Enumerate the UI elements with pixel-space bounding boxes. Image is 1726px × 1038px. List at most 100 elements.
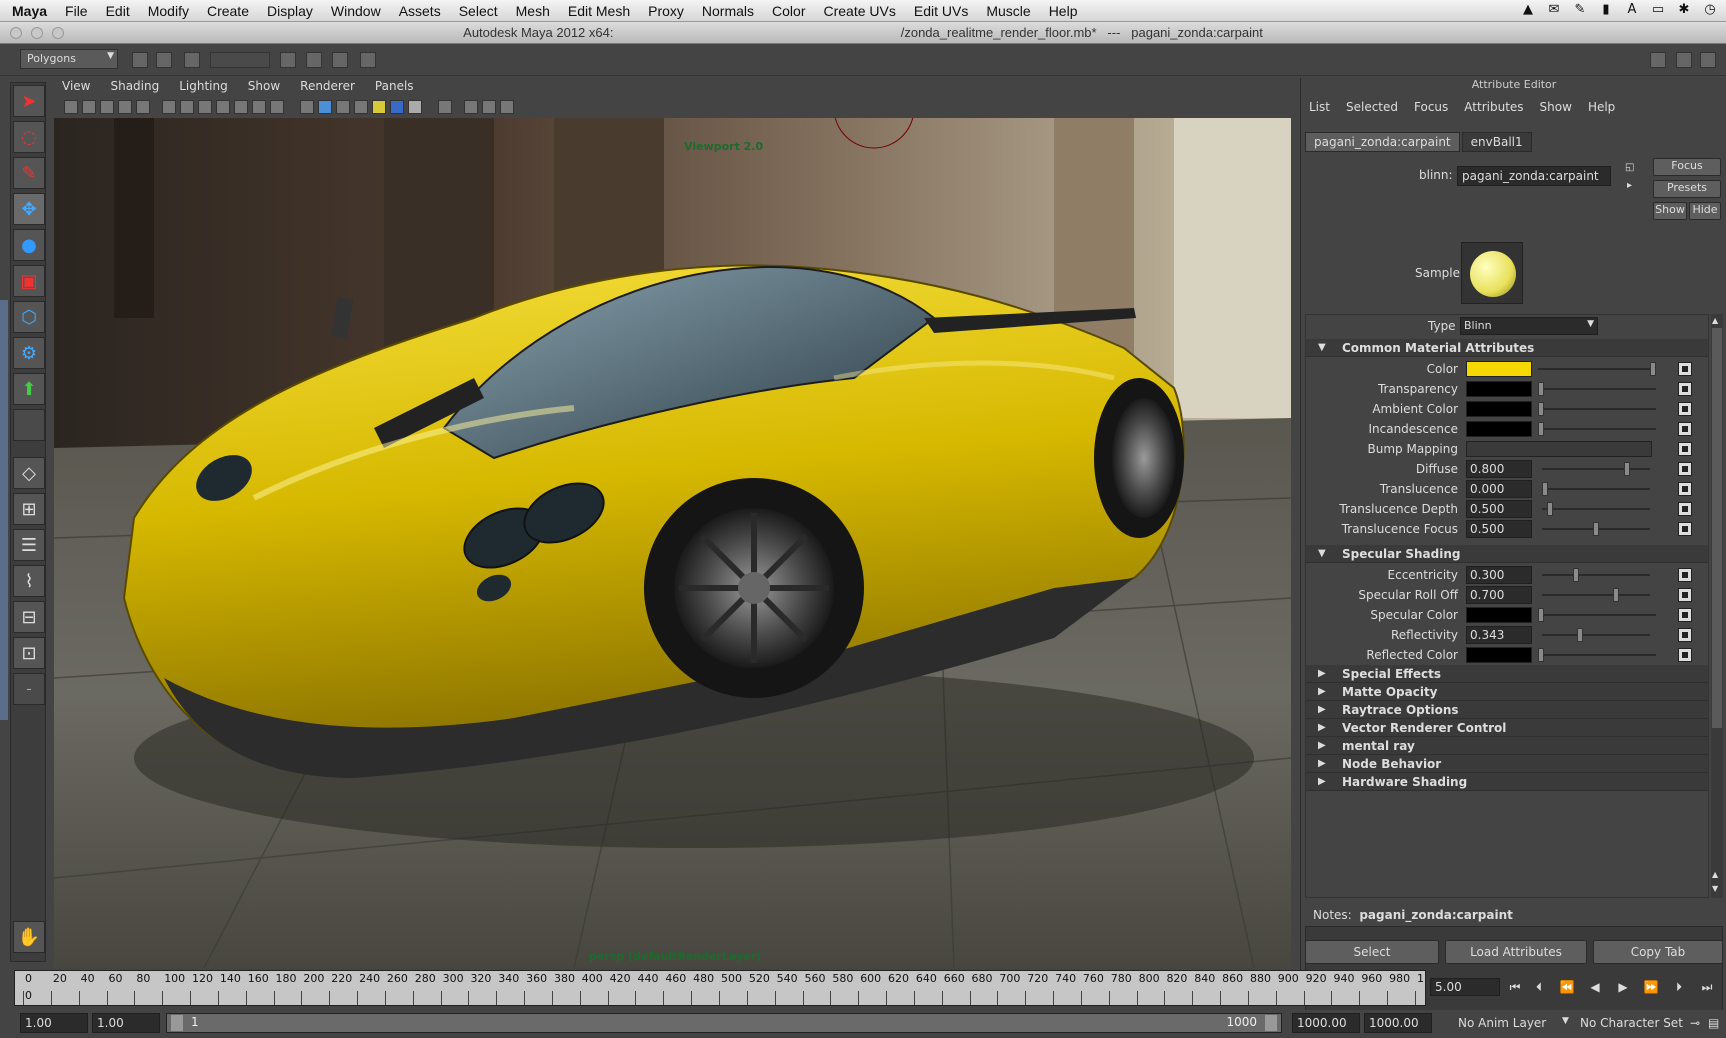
panel-menu-lighting[interactable]: Lighting [169, 78, 238, 98]
attr-value-field[interactable]: 0.343 [1466, 626, 1532, 644]
xray-icon[interactable] [464, 100, 478, 114]
ipr-render-icon[interactable] [306, 52, 322, 68]
render-settings-icon[interactable] [332, 52, 348, 68]
graph-editor-layout-icon[interactable]: ⌇ [13, 565, 45, 597]
bump-mapping-slot[interactable] [1466, 441, 1652, 457]
attribute-scroll-area[interactable]: Type Blinn ▼ ▼ Common Material Attribute… [1305, 314, 1709, 898]
attr-slider[interactable] [1542, 508, 1650, 510]
attr-value-field[interactable]: 0.700 [1466, 586, 1532, 604]
attr-value-field[interactable]: 0.300 [1466, 566, 1532, 584]
map-texture-icon[interactable] [1678, 648, 1692, 662]
field-chart-icon[interactable] [234, 100, 248, 114]
menu-edit-mesh[interactable]: Edit Mesh [559, 3, 639, 19]
attr-slider[interactable] [1538, 428, 1656, 430]
slider-handle[interactable] [1538, 422, 1544, 436]
step-forward-frame-icon[interactable]: ⏵ [1670, 980, 1688, 996]
gate-mask-icon[interactable] [216, 100, 230, 114]
step-back-key-icon[interactable]: ⏪ [1558, 980, 1576, 996]
scroll-up-icon[interactable]: ▲ [1712, 870, 1722, 880]
menu-mesh[interactable]: Mesh [507, 3, 559, 19]
ae-menu-attributes[interactable]: Attributes [1456, 100, 1531, 120]
section-collapsed[interactable]: ▶ Raytrace Options [1306, 701, 1708, 719]
menu-file[interactable]: File [56, 3, 97, 19]
map-texture-icon[interactable] [1678, 522, 1692, 536]
help-line-icon[interactable]: ✋ [13, 921, 45, 953]
wireframe-icon[interactable] [300, 100, 314, 114]
slider-handle[interactable] [1576, 628, 1583, 642]
section-collapsed[interactable]: ▶ Hardware Shading [1306, 773, 1708, 791]
menu-window[interactable]: Window [322, 3, 390, 19]
new-scene-icon[interactable] [132, 52, 148, 68]
color-swatch[interactable] [1466, 401, 1532, 417]
notification-icon[interactable]: ✉ [1546, 2, 1562, 18]
ae-menu-show[interactable]: Show [1532, 100, 1580, 120]
load-attributes-button[interactable]: Load Attributes [1445, 940, 1587, 964]
ae-menu-help[interactable]: Help [1580, 100, 1623, 120]
map-texture-icon[interactable] [1678, 502, 1692, 516]
camera-icon[interactable] [64, 100, 78, 114]
section-specular-shading[interactable]: ▼ Specular Shading [1306, 545, 1708, 563]
show-channel-box-icon[interactable] [1700, 52, 1716, 68]
resolution-gate-icon[interactable] [198, 100, 212, 114]
slider-handle[interactable] [1623, 462, 1630, 476]
film-gate-icon[interactable] [180, 100, 194, 114]
map-texture-icon[interactable] [1678, 608, 1692, 622]
slider-handle[interactable] [1650, 362, 1656, 376]
paint-select-tool-icon[interactable]: ✎ [13, 157, 45, 189]
slider-handle[interactable] [1547, 502, 1554, 516]
panel-menu-renderer[interactable]: Renderer [290, 78, 365, 98]
attr-slider[interactable] [1542, 634, 1650, 636]
presets-button[interactable]: Presets [1653, 180, 1721, 198]
isolate-select-icon[interactable] [438, 100, 452, 114]
map-texture-icon[interactable] [1678, 628, 1692, 642]
attr-value-field[interactable]: 0.500 [1466, 500, 1532, 518]
menu-create[interactable]: Create [198, 3, 258, 19]
open-scene-icon[interactable] [156, 52, 172, 68]
scroll-down-icon[interactable]: ▼ [1712, 884, 1722, 894]
menu-modify[interactable]: Modify [139, 3, 198, 19]
attr-slider[interactable] [1538, 654, 1656, 656]
section-collapsed[interactable]: ▶ Node Behavior [1306, 755, 1708, 773]
menu-muscle[interactable]: Muscle [977, 3, 1039, 19]
scale-tool-icon[interactable]: ▣ [13, 265, 45, 297]
anim-layer-dropdown[interactable]: No Anim Layer [1458, 1016, 1546, 1030]
xray-components-icon[interactable] [500, 100, 514, 114]
hide-button[interactable]: Hide [1689, 202, 1721, 220]
lasso-tool-icon[interactable]: ◌ [13, 121, 45, 153]
end-time-field[interactable]: 1000.00 [1364, 1013, 1432, 1033]
textured-icon[interactable] [354, 100, 368, 114]
last-tool-icon[interactable]: ⬆ [13, 373, 45, 405]
range-end-handle[interactable] [1265, 1015, 1277, 1031]
map-texture-icon[interactable] [1678, 362, 1692, 376]
four-view-layout-icon[interactable]: ⊞ [13, 493, 45, 525]
map-texture-icon[interactable] [1678, 442, 1692, 456]
slider-handle[interactable] [1538, 402, 1544, 416]
map-texture-icon[interactable] [1678, 462, 1692, 476]
menu-assets[interactable]: Assets [390, 3, 450, 19]
color-swatch[interactable] [1466, 421, 1532, 437]
grid-icon[interactable] [162, 100, 176, 114]
keyboard-icon[interactable]: A [1624, 2, 1640, 18]
tools-icon[interactable]: ✎ [1572, 2, 1588, 18]
playback-start-field[interactable]: 1.00 [92, 1013, 160, 1033]
section-collapsed[interactable]: ▶ Special Effects [1306, 665, 1708, 683]
use-all-lights-icon[interactable] [372, 100, 386, 114]
menu-set-dropdown[interactable]: Polygons ▼ [20, 49, 118, 69]
two-d-pan-icon[interactable] [136, 100, 150, 114]
type-dropdown[interactable]: Blinn ▼ [1460, 317, 1598, 335]
slider-handle[interactable] [1542, 482, 1548, 496]
character-set-dropdown[interactable]: No Character Set [1580, 1016, 1683, 1030]
step-forward-key-icon[interactable]: ⏩ [1642, 980, 1660, 996]
select-button[interactable]: Select [1305, 940, 1439, 964]
single-perspective-layout-icon[interactable]: ◇ [13, 457, 45, 489]
show-attribute-editor-icon[interactable] [1650, 52, 1666, 68]
manipulator-tool-icon[interactable]: ⬡ [13, 301, 45, 333]
image-plane-icon[interactable] [118, 100, 132, 114]
node-name-field[interactable]: pagani_zonda:carpaint [1457, 166, 1611, 186]
copy-tab-button[interactable]: Copy Tab [1593, 940, 1723, 964]
menu-edit-uvs[interactable]: Edit UVs [905, 3, 977, 19]
attr-slider[interactable] [1538, 368, 1656, 370]
map-texture-icon[interactable] [1678, 568, 1692, 582]
tab-envball[interactable]: envBall1 [1461, 132, 1532, 152]
output-connection-icon[interactable]: ▸ [1627, 180, 1632, 191]
